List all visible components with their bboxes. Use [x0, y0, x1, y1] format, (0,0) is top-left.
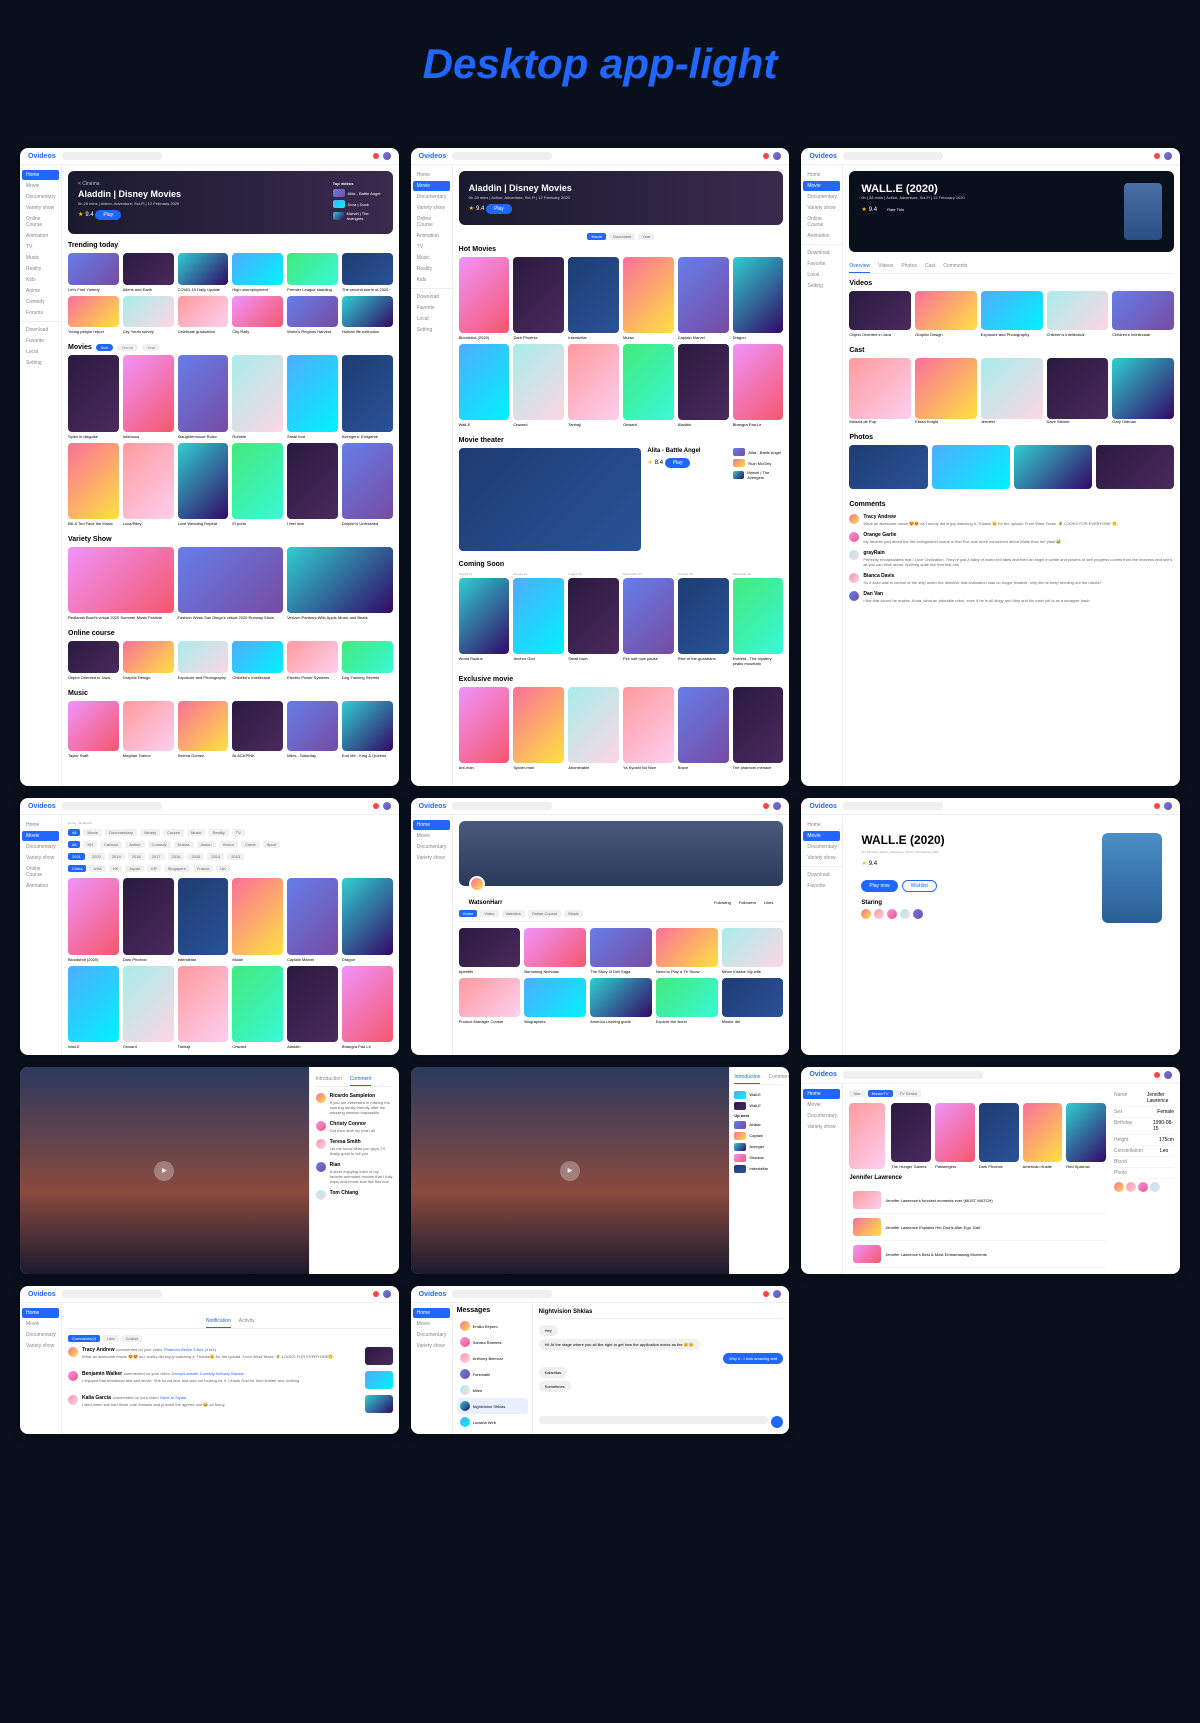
avatar[interactable]	[383, 152, 391, 160]
screen-home: Ovideos Home Movie Documentary Variety s…	[20, 148, 399, 786]
screen-profile: Ovideos Home Movie Documentary Variety s…	[411, 798, 790, 1054]
screen-player-queue: ▶ Introduction Comment Wall-E Wall-E Up …	[411, 1067, 790, 1275]
sidebar: Home Movie Documentary Variety show Onli…	[20, 165, 62, 786]
screen-detail2: Ovideos Home Movie Documentary Variety s…	[801, 798, 1180, 1054]
header: Ovideos	[20, 148, 399, 165]
play-icon[interactable]: ▶	[154, 1161, 174, 1181]
screen-player-comments: ▶ Introduction Comment Ricardo Sampleton…	[20, 1067, 399, 1275]
nav-home[interactable]: Home	[22, 170, 59, 180]
screen-search: Ovideos Home Movie Documentary Variety s…	[801, 1067, 1180, 1275]
send-button[interactable]	[771, 1416, 783, 1428]
search-input[interactable]	[62, 152, 162, 160]
hero-banner: < Cinema Aladdin | Disney Movies 0h 28 m…	[68, 171, 393, 234]
logo[interactable]: Ovideos	[28, 153, 56, 160]
profile-avatar[interactable]	[469, 876, 485, 892]
screen-detail: Ovideos Home Movie Documentary Variety s…	[801, 148, 1180, 786]
page-title: Desktop app-light	[20, 40, 1180, 88]
bell-icon[interactable]	[373, 153, 379, 159]
message-input[interactable]	[539, 1416, 769, 1424]
screen-messages: Ovideos Home Movie Documentary Variety s…	[411, 1286, 790, 1434]
poster	[1102, 833, 1162, 923]
wishlist-button[interactable]: Wishlist	[902, 880, 937, 892]
star-icon: ★	[78, 211, 83, 218]
play-button[interactable]: Play	[95, 210, 121, 220]
play-icon[interactable]: ▶	[560, 1161, 580, 1181]
screen-movies: Ovideos Home Movie Documentary Variety s…	[411, 148, 790, 786]
screen-notifications: Ovideos Home Movie Documentary Variety s…	[20, 1286, 399, 1434]
play-button[interactable]: Play now	[861, 880, 897, 892]
movie-poster	[1124, 183, 1162, 240]
screen-filters: Ovideos Home Movie Documentary Variety s…	[20, 798, 399, 1054]
